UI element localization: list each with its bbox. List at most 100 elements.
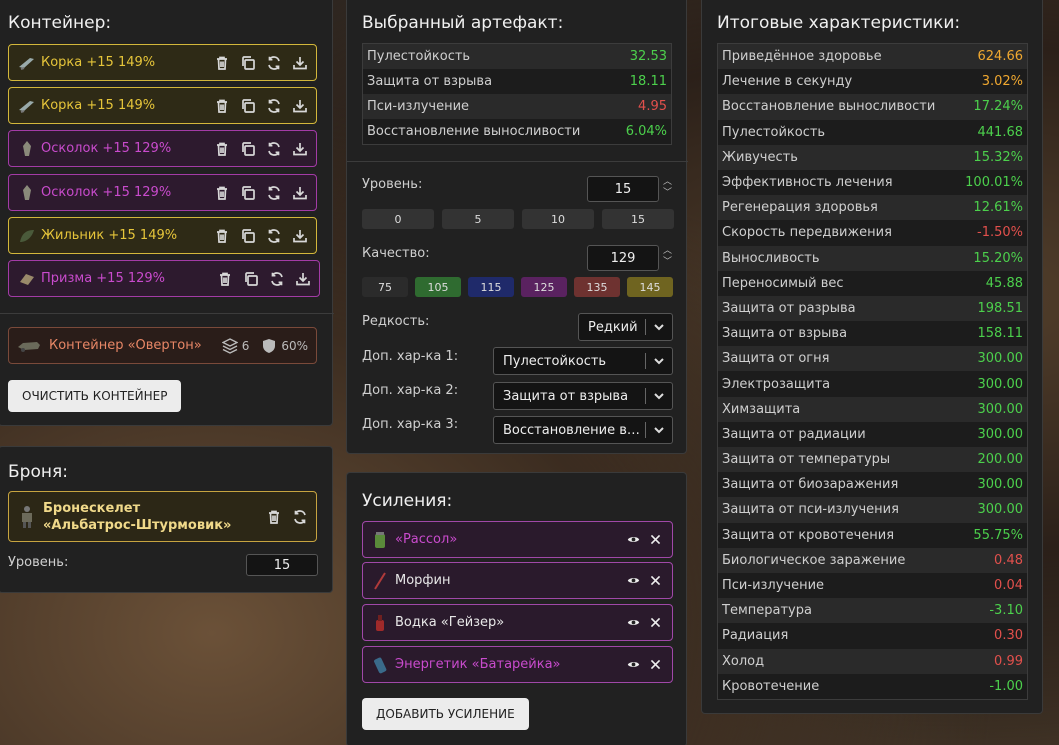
level-preset-button[interactable]: 10 bbox=[522, 209, 594, 229]
container-item[interactable]: Осколок +15 129% bbox=[8, 174, 317, 211]
stat-value: 17.24% bbox=[973, 99, 1023, 115]
swap-icon[interactable] bbox=[265, 97, 282, 114]
armor-level-input[interactable]: 15 bbox=[246, 554, 318, 576]
trash-icon[interactable] bbox=[213, 227, 230, 244]
quality-preset-button[interactable]: 115 bbox=[468, 277, 514, 297]
container-item-label: Корка +15 149% bbox=[41, 98, 156, 113]
container-panel: Контейнер: Корка +15 149% Корка +15 149% О… bbox=[0, 0, 334, 426]
quality-preset-button[interactable]: 145 bbox=[627, 277, 673, 297]
container-item[interactable]: Корка +15 149% bbox=[8, 44, 317, 81]
stat-name: Скорость передвижения bbox=[722, 225, 892, 241]
quality-preset-button[interactable]: 105 bbox=[415, 277, 461, 297]
stat-row: Пси-излучение 4.95 bbox=[363, 94, 671, 119]
trash-icon[interactable] bbox=[213, 54, 230, 71]
stat-name: Температура bbox=[722, 603, 812, 619]
stat-value: -1.50% bbox=[977, 225, 1023, 241]
close-icon[interactable] bbox=[649, 533, 662, 546]
armor-panel: Броня: Бронескелет «Альбатрос-Штурмовик»… bbox=[0, 446, 333, 593]
download-icon[interactable] bbox=[294, 270, 311, 287]
stat-name: Биологическое заражение bbox=[722, 552, 906, 568]
swap-icon[interactable] bbox=[265, 54, 282, 71]
stat-value: 15.20% bbox=[973, 250, 1023, 266]
copy-icon[interactable] bbox=[239, 54, 256, 71]
close-icon[interactable] bbox=[649, 616, 662, 629]
extra3-select[interactable]: Восстановление выносливости bbox=[493, 416, 673, 444]
level-spinner[interactable]: ︿ ﹀ bbox=[663, 178, 672, 198]
swap-icon[interactable] bbox=[265, 184, 282, 201]
stat-row: Химзащита 300.00 bbox=[718, 396, 1027, 422]
eye-icon[interactable] bbox=[627, 533, 640, 546]
container-item[interactable]: Осколок +15 129% bbox=[8, 130, 317, 167]
divider bbox=[347, 161, 688, 162]
stat-name: Пси-излучение bbox=[367, 99, 470, 114]
quality-preset-button[interactable]: 135 bbox=[574, 277, 620, 297]
download-icon[interactable] bbox=[291, 97, 308, 114]
level-preset-button[interactable]: 0 bbox=[362, 209, 434, 229]
quality-input[interactable]: 129 bbox=[587, 245, 659, 271]
trash-icon[interactable] bbox=[265, 508, 282, 525]
copy-icon[interactable] bbox=[239, 184, 256, 201]
level-preset-button[interactable]: 15 bbox=[602, 209, 674, 229]
stat-row: Восстановление выносливости 6.04% bbox=[363, 119, 671, 144]
stat-value: 55.75% bbox=[973, 527, 1023, 543]
copy-icon[interactable] bbox=[242, 270, 259, 287]
boost-item[interactable]: Энергетик «Батарейка» bbox=[362, 646, 673, 683]
chevron-down-icon[interactable]: ﹀ bbox=[663, 189, 672, 198]
boost-item[interactable]: «Рассол» bbox=[362, 521, 673, 558]
knife-icon bbox=[17, 53, 37, 73]
level-preset-button[interactable]: 5 bbox=[442, 209, 514, 229]
artifact-level-input[interactable]: 15 bbox=[587, 176, 659, 202]
eye-icon[interactable] bbox=[627, 658, 640, 671]
chevron-up-icon[interactable]: ︿ bbox=[663, 178, 672, 187]
trash-icon[interactable] bbox=[213, 184, 230, 201]
extra2-select[interactable]: Защита от взрыва bbox=[493, 382, 673, 410]
download-icon[interactable] bbox=[291, 184, 308, 201]
swap-icon[interactable] bbox=[265, 227, 282, 244]
boost-label: «Рассол» bbox=[395, 532, 458, 547]
boost-item[interactable]: Морфин bbox=[362, 562, 673, 599]
copy-icon[interactable] bbox=[239, 140, 256, 157]
stat-value: 441.68 bbox=[977, 124, 1024, 140]
trash-icon[interactable] bbox=[213, 97, 230, 114]
copy-icon[interactable] bbox=[239, 97, 256, 114]
stat-name: Восстановление выносливости bbox=[367, 124, 581, 139]
stat-name: Живучесть bbox=[722, 149, 798, 165]
add-boost-button[interactable]: ДОБАВИТЬ УСИЛЕНИЕ bbox=[362, 698, 529, 730]
boost-label: Энергетик «Батарейка» bbox=[395, 657, 561, 672]
stat-name: Защита от разрыва bbox=[722, 300, 856, 316]
chevron-up-icon[interactable]: ︿ bbox=[663, 247, 672, 256]
container-item[interactable]: Жильник +15 149% bbox=[8, 217, 317, 254]
quality-preset-button[interactable]: 125 bbox=[521, 277, 567, 297]
close-icon[interactable] bbox=[649, 574, 662, 587]
swap-icon[interactable] bbox=[291, 508, 308, 525]
stat-name: Защита от биозаражения bbox=[722, 477, 899, 493]
chevron-down-icon bbox=[646, 390, 672, 402]
trash-icon[interactable] bbox=[213, 140, 230, 157]
download-icon[interactable] bbox=[291, 227, 308, 244]
totals-table: Приведённое здоровье 624.66 Лечение в секу… bbox=[717, 43, 1028, 700]
quality-preset-button[interactable]: 75 bbox=[362, 277, 408, 297]
swap-icon[interactable] bbox=[268, 270, 285, 287]
copy-icon[interactable] bbox=[239, 227, 256, 244]
trash-icon[interactable] bbox=[216, 270, 233, 287]
extra1-select[interactable]: Пулестойкость bbox=[493, 347, 673, 375]
download-icon[interactable] bbox=[291, 54, 308, 71]
eye-icon[interactable] bbox=[627, 574, 640, 587]
extra1-label: Доп. хар-ка 1: bbox=[362, 349, 459, 364]
swap-icon[interactable] bbox=[265, 140, 282, 157]
download-icon[interactable] bbox=[291, 140, 308, 157]
stat-value: 300.00 bbox=[977, 401, 1024, 417]
clear-container-button[interactable]: ОЧИСТИТЬ КОНТЕЙНЕР bbox=[8, 380, 182, 412]
eye-icon[interactable] bbox=[627, 616, 640, 629]
boost-item[interactable]: Водка «Гейзер» bbox=[362, 604, 673, 641]
container-info[interactable]: Контейнер «Овертон» 6 60% bbox=[8, 327, 317, 364]
artifact-level-label: Уровень: bbox=[362, 177, 423, 192]
chevron-down-icon[interactable]: ﹀ bbox=[663, 258, 672, 267]
extra2-value: Защита от взрыва bbox=[503, 388, 629, 404]
armor-item[interactable]: Бронескелет «Альбатрос-Штурмовик» bbox=[8, 491, 317, 542]
container-item[interactable]: Корка +15 149% bbox=[8, 87, 317, 124]
quality-spinner[interactable]: ︿ ﹀ bbox=[663, 247, 672, 267]
close-icon[interactable] bbox=[649, 658, 662, 671]
container-item[interactable]: Призма +15 129% bbox=[8, 260, 320, 297]
rarity-select[interactable]: Редкий bbox=[578, 313, 673, 341]
